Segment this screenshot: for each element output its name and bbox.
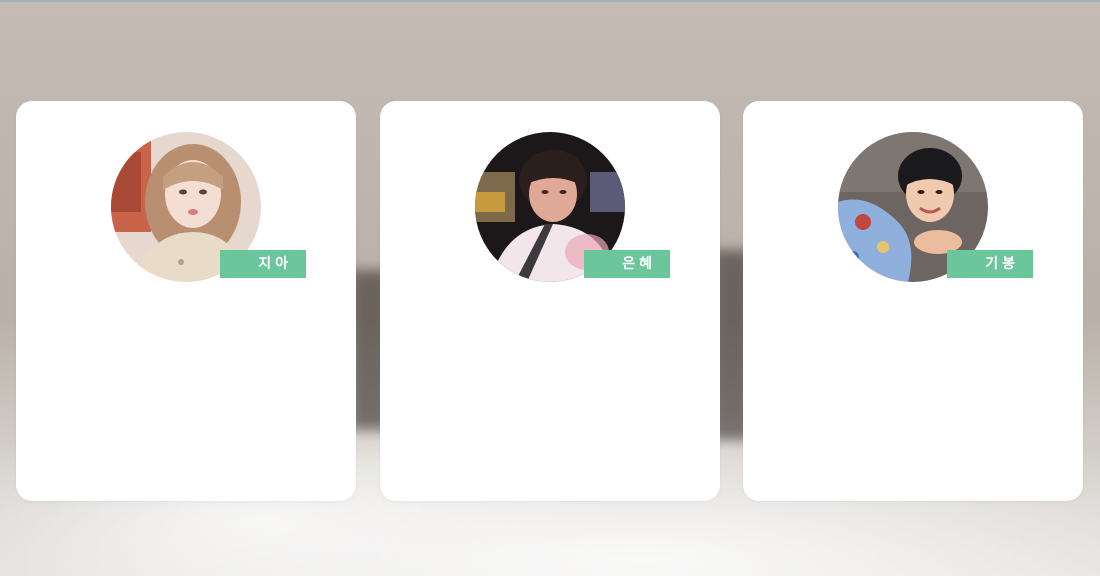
top-edge [0,0,1100,2]
profile-name-badge: 지아 [220,250,306,278]
profile-cards: 지아 은혜 기봉 [16,101,1084,501]
profile-card-1[interactable]: 지아 [16,101,356,501]
profile-card-3[interactable]: 기봉 [743,101,1083,501]
profile-name-badge: 기봉 [947,250,1033,278]
profile-name-badge: 은혜 [584,250,670,278]
profile-card-2[interactable]: 은혜 [380,101,720,501]
